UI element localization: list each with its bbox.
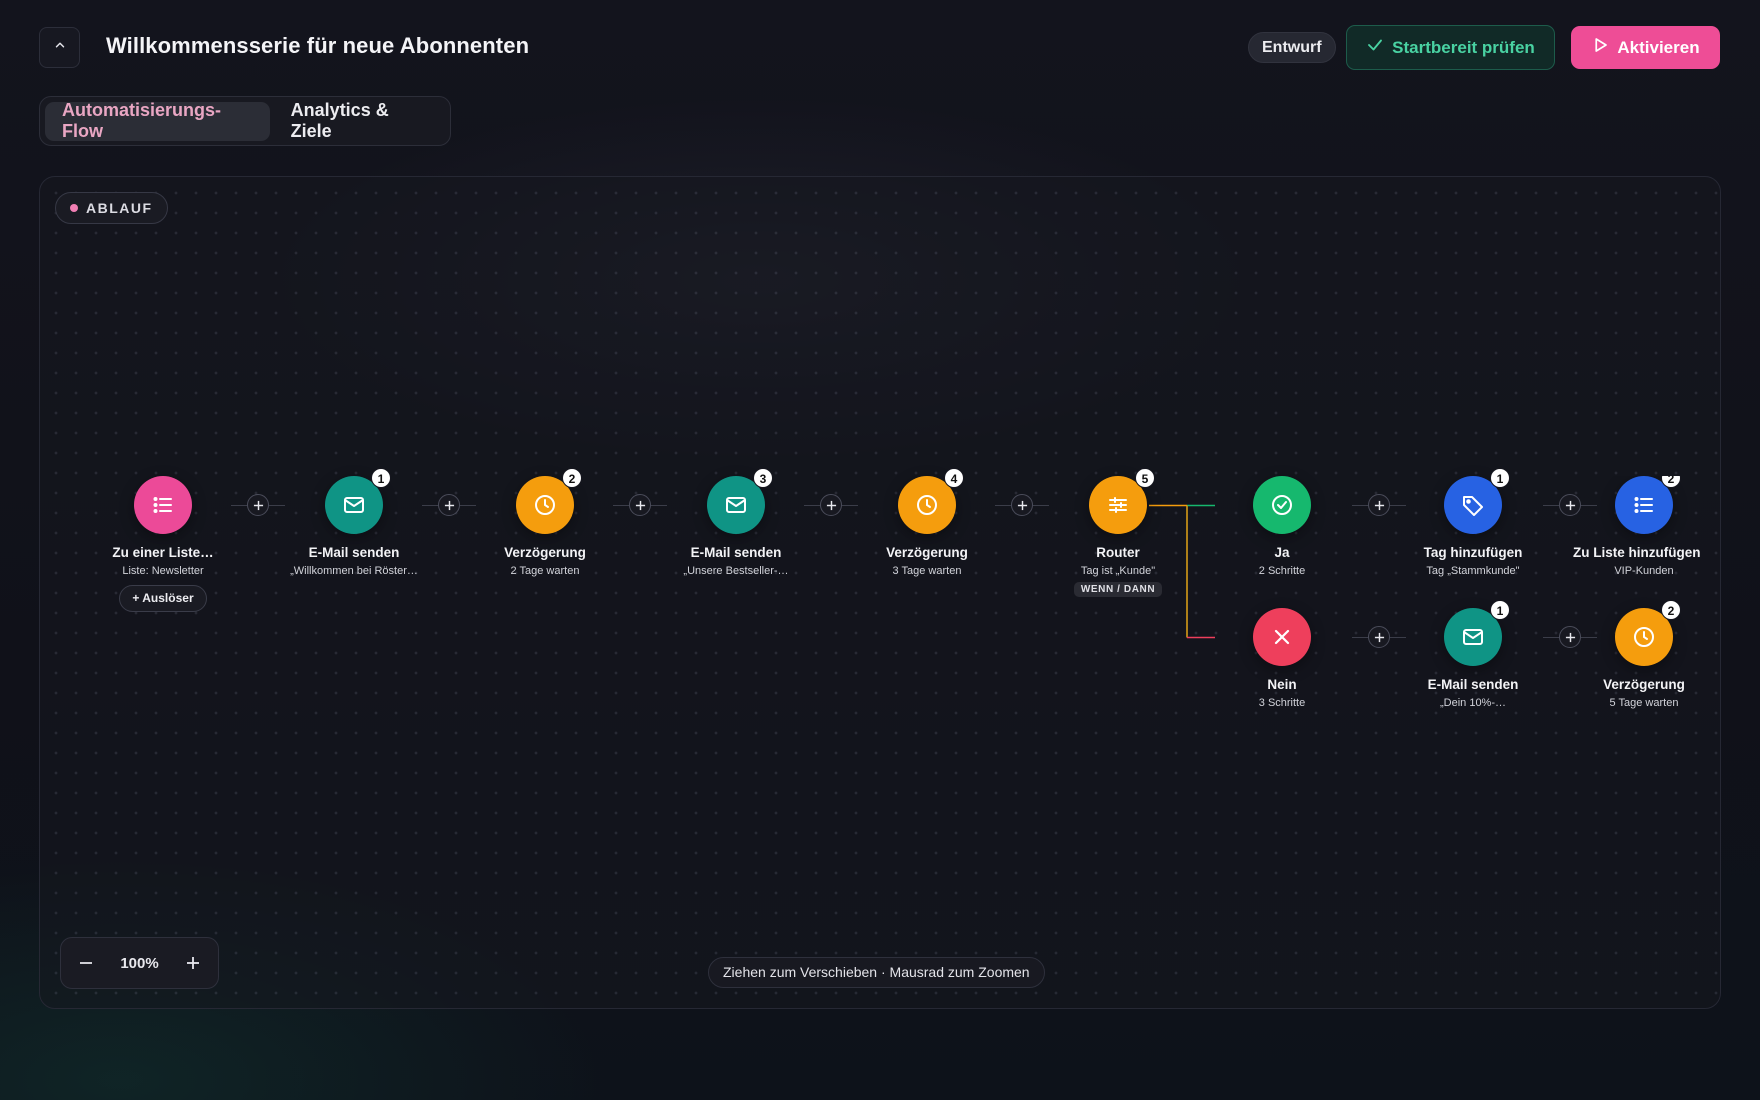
sliders-icon xyxy=(1109,497,1127,513)
flow-node-trigger[interactable]: Zu einer Liste… Liste: Newsletter + Ausl… xyxy=(68,476,258,612)
flow-node-delay-2[interactable]: 4 Verzögerung 3 Tage warten xyxy=(832,468,1022,577)
mail-icon xyxy=(344,497,364,513)
mail-icon xyxy=(726,497,746,513)
flow-node-tag-add[interactable]: 1 Tag hinzufügen Tag „Stammkunde" xyxy=(1378,468,1568,577)
node-title: Ja xyxy=(1274,545,1290,560)
node-subtitle: VIP-Kunden xyxy=(1614,565,1674,577)
add-trigger-button[interactable]: + Auslöser xyxy=(119,585,207,612)
mail-icon xyxy=(1463,629,1483,645)
page-title: Willkommensserie für neue Abonnenten xyxy=(106,33,530,58)
step-badge: 1 xyxy=(371,468,391,488)
branch-yes-node[interactable]: Ja 2 Schritte xyxy=(1187,476,1377,577)
node-subtitle: „Willkommen bei Röster… xyxy=(290,565,418,577)
node-icon: 2 xyxy=(1615,600,1681,666)
step-badge: 3 xyxy=(753,468,773,488)
node-title: E-Mail senden xyxy=(308,545,400,560)
activate-button[interactable]: Aktivieren xyxy=(1571,26,1720,69)
collapse-button[interactable] xyxy=(39,27,80,68)
node-icon: 2 xyxy=(516,468,582,534)
clock-icon xyxy=(535,495,555,515)
flow-node-router[interactable]: 5 Router Tag ist „Kunde" WENN / DANN xyxy=(1023,468,1213,597)
node-title: Verzögerung xyxy=(1603,677,1685,692)
node-icon xyxy=(134,476,192,534)
section-label: ABLAUF xyxy=(86,200,153,216)
check-ready-label: Startbereit prüfen xyxy=(1392,37,1535,57)
step-badge: 1 xyxy=(1490,468,1510,488)
node-icon: 1 xyxy=(325,468,391,534)
clock-icon xyxy=(1634,627,1654,647)
node-icon: 5 xyxy=(1089,468,1155,534)
node-subtitle: 2 Tage warten xyxy=(510,565,580,577)
node-subtitle: Tag „Stammkunde" xyxy=(1426,565,1520,577)
flow-node-email-3[interactable]: 1 E-Mail senden „Dein 10%-… xyxy=(1378,600,1568,709)
node-icon: 4 xyxy=(898,468,964,534)
tag-icon xyxy=(1463,496,1483,516)
node-subtitle: 3 Tage warten xyxy=(892,565,962,577)
node-icon: 1 xyxy=(1444,600,1510,666)
tab-automation-flow[interactable]: Automatisierungs-Flow xyxy=(45,100,270,141)
node-icon xyxy=(1253,608,1311,666)
step-badge: 2 xyxy=(1661,600,1681,620)
node-icon: 3 xyxy=(707,468,773,534)
x-icon xyxy=(1274,629,1290,645)
chevron-up-icon xyxy=(53,38,67,57)
flow-node-list-add[interactable]: 2 Zu Liste hinzufügen VIP-Kunden xyxy=(1569,476,1719,577)
status-dot xyxy=(70,204,78,212)
node-title: E-Mail senden xyxy=(1427,677,1519,692)
flow-node-delay-1[interactable]: 2 Verzögerung 2 Tage warten xyxy=(450,468,640,577)
step-badge: 1 xyxy=(1490,600,1510,620)
check-ready-button[interactable]: Startbereit prüfen xyxy=(1346,25,1555,70)
node-title: Verzögerung xyxy=(504,545,586,560)
tab-analytics[interactable]: Analytics & Ziele xyxy=(274,100,445,141)
condition-tag: WENN / DANN xyxy=(1073,582,1163,597)
play-icon xyxy=(1591,36,1609,59)
node-subtitle: 2 Schritte xyxy=(1258,565,1306,577)
node-title: Zu Liste hinzufügen xyxy=(1573,545,1701,560)
node-icon xyxy=(1253,476,1311,534)
node-subtitle: 5 Tage warten xyxy=(1609,697,1679,709)
node-icon: 2 xyxy=(1615,476,1681,534)
flow-canvas[interactable]: ABLAUF Zu einer Liste… Liste: Newsletter… xyxy=(39,176,1721,1009)
status-badge: Entwurf xyxy=(1248,32,1336,63)
zoom-control: 100% xyxy=(60,937,219,989)
node-title: Nein xyxy=(1267,677,1297,692)
node-title: Tag hinzufügen xyxy=(1423,545,1523,560)
node-title: Router xyxy=(1096,545,1140,560)
clock-icon xyxy=(917,495,937,515)
node-subtitle: „Dein 10%-… xyxy=(1439,697,1507,709)
node-title: Verzögerung xyxy=(886,545,968,560)
node-subtitle: „Unsere Bestseller-… xyxy=(683,565,789,577)
node-title: E-Mail senden xyxy=(690,545,782,560)
step-badge: 2 xyxy=(1661,476,1681,488)
node-title: Zu einer Liste… xyxy=(112,545,214,560)
section-badge: ABLAUF xyxy=(55,192,168,224)
node-subtitle: 3 Schritte xyxy=(1258,697,1306,709)
step-badge: 5 xyxy=(1135,468,1155,488)
branch-no-node[interactable]: Nein 3 Schritte xyxy=(1187,608,1377,709)
list-icon xyxy=(1634,497,1653,513)
flow-node-delay-3[interactable]: 2 Verzögerung 5 Tage warten xyxy=(1569,600,1719,709)
view-tabs: Automatisierungs-Flow Analytics & Ziele xyxy=(39,96,451,146)
flow-node-email-2[interactable]: 3 E-Mail senden „Unsere Bestseller-… xyxy=(641,468,831,577)
add-trigger-label: Auslöser xyxy=(142,591,194,605)
node-subtitle: Tag ist „Kunde" xyxy=(1080,565,1156,577)
plus-icon xyxy=(187,957,199,969)
step-badge: 2 xyxy=(562,468,582,488)
node-icon: 1 xyxy=(1444,468,1510,534)
activate-label: Aktivieren xyxy=(1617,37,1700,57)
zoom-out-button[interactable] xyxy=(75,952,97,974)
list-icon xyxy=(153,497,172,513)
canvas-hint: Ziehen zum Verschieben · Mausrad zum Zoo… xyxy=(708,957,1045,988)
flow-node-email-1[interactable]: 1 E-Mail senden „Willkommen bei Röster… xyxy=(259,468,449,577)
zoom-level: 100% xyxy=(120,954,159,972)
check-circle-icon xyxy=(1272,495,1292,515)
node-subtitle: Liste: Newsletter xyxy=(122,565,204,577)
zoom-in-button[interactable] xyxy=(182,952,204,974)
step-badge: 4 xyxy=(944,468,964,488)
check-icon xyxy=(1366,36,1384,59)
minus-icon xyxy=(80,962,92,964)
